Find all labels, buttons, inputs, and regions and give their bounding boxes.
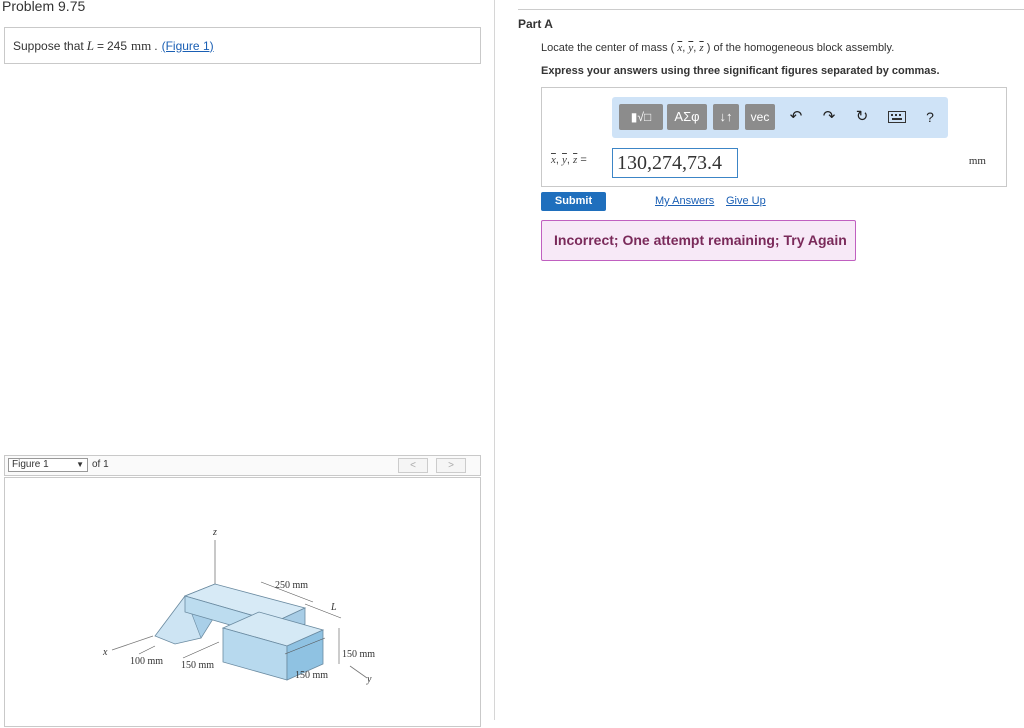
give-up-link[interactable]: Give Up: [726, 195, 766, 207]
answer-var-y: y: [562, 154, 567, 166]
figure-link[interactable]: (Figure 1): [162, 39, 214, 53]
math-toolbar: ▮√□ ΑΣφ ↓↑ vec ↶ ↷ ↻ ?: [612, 97, 948, 138]
subscript-button[interactable]: ↓↑: [713, 104, 739, 130]
dim-line-100: [138, 645, 156, 655]
question-var-z: z: [699, 42, 704, 54]
answer-input[interactable]: 130,274,73.4: [612, 148, 738, 178]
help-button[interactable]: ?: [920, 105, 940, 129]
dim-150-right-label: 150 mm: [342, 649, 375, 660]
dropdown-arrow-icon: ▼: [76, 460, 84, 469]
answer-unit: mm: [968, 155, 986, 167]
statement-equals: =: [96, 38, 104, 53]
dim-150-bottom-label: 150 mm: [295, 670, 328, 681]
answer-label: x, y, z =: [551, 154, 587, 166]
reset-icon[interactable]: ↻: [852, 105, 872, 129]
answer-var-z: z: [573, 154, 578, 166]
y-axis-line: [349, 665, 368, 679]
part-label: Part A: [518, 17, 553, 31]
statement-unit: mm: [131, 37, 152, 53]
figure-select-value: Figure 1: [12, 459, 49, 470]
x-axis-label: x: [102, 647, 108, 658]
problem-title: Problem 9.75: [2, 0, 86, 14]
answer-box: ▮√□ ΑΣφ ↓↑ vec ↶ ↷ ↻ ? x, y, z = 130,274…: [541, 87, 1007, 187]
statement-value: 245: [106, 38, 128, 53]
dim-250-label: 250 mm: [275, 580, 308, 591]
question-prefix: Locate the center of mass (: [541, 42, 675, 54]
question-var-x: x: [677, 42, 683, 54]
figure-toolbar: Figure 1 ▼ of 1 < >: [4, 455, 481, 476]
y-axis-label: y: [366, 674, 372, 685]
template-button[interactable]: ▮√□: [619, 104, 663, 130]
column-divider: [494, 0, 495, 720]
instruction-text: Express your answers using three signifi…: [541, 65, 940, 77]
vec-button[interactable]: vec: [745, 104, 775, 130]
dim-L-label: L: [330, 602, 337, 613]
dim-line-150-left: [182, 641, 220, 659]
next-figure-button[interactable]: >: [436, 458, 466, 473]
my-answers-link[interactable]: My Answers: [655, 195, 714, 207]
figure-select[interactable]: Figure 1 ▼: [8, 458, 88, 472]
z-axis-label: z: [212, 527, 217, 538]
statement-prefix: Suppose that: [13, 38, 84, 53]
feedback-message: Incorrect; One attempt remaining; Try Ag…: [541, 220, 856, 261]
statement-period: .: [154, 38, 158, 53]
submit-button[interactable]: Submit: [541, 192, 606, 211]
block-assembly-figure: z x y 250 mm L 150 mm 150 mm 150 mm 100 …: [102, 527, 375, 685]
problem-statement: Suppose that L = 245 mm . (Figure 1): [4, 27, 481, 64]
dim-150-left-label: 150 mm: [181, 660, 214, 671]
statement-variable: L: [86, 37, 94, 53]
question-suffix: ) of the homogeneous block assembly.: [706, 42, 895, 54]
redo-icon[interactable]: ↷: [819, 105, 839, 129]
figure-panel: z x y 250 mm L 150 mm 150 mm 150 mm 100 …: [4, 477, 481, 727]
undo-icon[interactable]: ↶: [786, 105, 806, 129]
greek-button[interactable]: ΑΣφ: [667, 104, 707, 130]
question-text: Locate the center of mass ( x, y, z ) of…: [541, 42, 895, 54]
dim-100-label: 100 mm: [130, 656, 163, 667]
keyboard-icon[interactable]: [886, 105, 908, 129]
figure-count: of 1: [92, 459, 109, 470]
question-var-y: y: [688, 42, 694, 54]
answer-equals: =: [580, 154, 587, 166]
prev-figure-button[interactable]: <: [398, 458, 428, 473]
top-rule: [518, 9, 1024, 10]
answer-var-x: x: [551, 154, 556, 166]
x-axis-line: [111, 635, 154, 651]
